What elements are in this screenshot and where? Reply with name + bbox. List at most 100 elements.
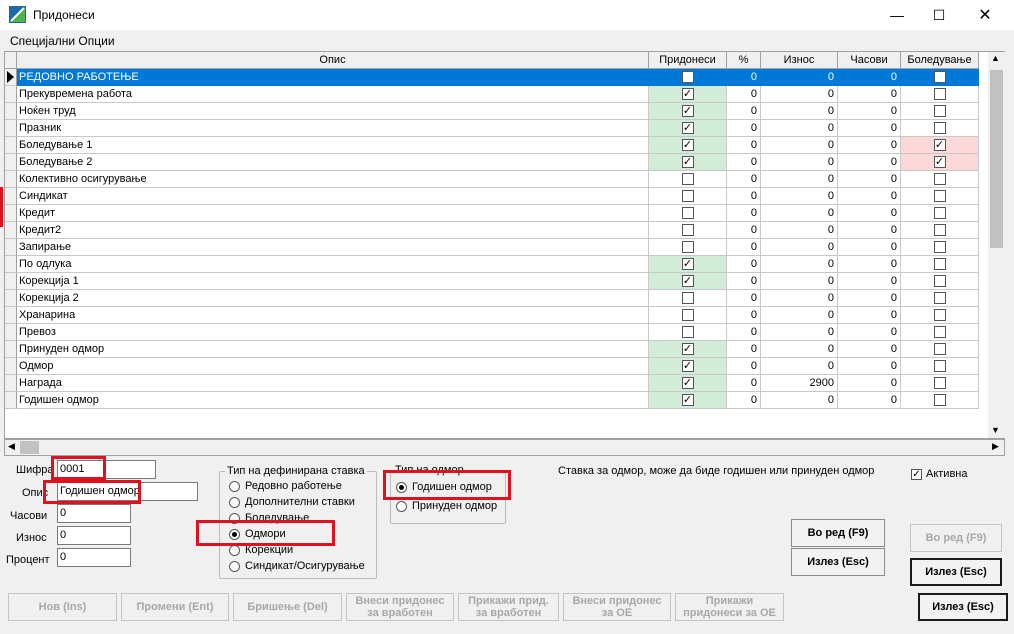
cell-contributions[interactable]: [649, 188, 727, 205]
table-row[interactable]: Запирање 0 0 0: [5, 239, 990, 256]
ok-button[interactable]: Во ред (F9): [791, 519, 885, 547]
cell-contributions[interactable]: ✓: [649, 154, 727, 171]
table-row[interactable]: Годишен одмор ✓ 0 0 0: [5, 392, 990, 409]
enter-oe-contribution-button[interactable]: Внеси придонес за ОЕ: [563, 593, 671, 621]
cell-sick-leave[interactable]: [901, 171, 979, 188]
cell-contributions[interactable]: ✓: [649, 103, 727, 120]
cell-hours[interactable]: 0: [838, 273, 901, 290]
sick-leave-checkbox[interactable]: [933, 71, 946, 83]
close-icon[interactable]: ✕: [962, 0, 1008, 30]
cell-sick-leave[interactable]: [901, 290, 979, 307]
radio-button-icon[interactable]: [229, 528, 240, 540]
row-indicator[interactable]: [5, 239, 17, 256]
cell-contributions[interactable]: [649, 171, 727, 188]
table-row[interactable]: Боледување 2 ✓ 0 0 0 ✓: [5, 154, 990, 171]
cell-hours[interactable]: 0: [838, 324, 901, 341]
cell-amount[interactable]: 0: [761, 392, 838, 409]
cell-hours[interactable]: 0: [838, 103, 901, 120]
cell-percent[interactable]: 0: [727, 205, 761, 222]
cell-description[interactable]: По одлука: [17, 256, 649, 273]
cell-sick-leave[interactable]: ✓: [901, 137, 979, 154]
cell-hours[interactable]: 0: [838, 290, 901, 307]
column-header-percent[interactable]: %: [727, 52, 761, 69]
cell-contributions[interactable]: ✓: [649, 256, 727, 273]
cell-amount[interactable]: 0: [761, 171, 838, 188]
column-header-description[interactable]: Опис: [17, 52, 649, 69]
cell-contributions[interactable]: ✓: [649, 273, 727, 290]
radio-button-icon[interactable]: [229, 496, 240, 508]
scroll-right-icon[interactable]: ▶: [992, 441, 999, 452]
percent-field[interactable]: 0: [57, 548, 131, 567]
rate-type-option[interactable]: Редовно работење: [229, 480, 342, 492]
sick-leave-checkbox[interactable]: [933, 360, 946, 372]
show-employee-contribution-button[interactable]: Прикажи прид. за вработен: [458, 593, 559, 621]
cell-percent[interactable]: 0: [727, 154, 761, 171]
contributions-checkbox[interactable]: ✓: [681, 394, 694, 406]
cell-hours[interactable]: 0: [838, 375, 901, 392]
amount-field[interactable]: 0: [57, 526, 131, 545]
cell-percent[interactable]: 0: [727, 137, 761, 154]
cell-contributions[interactable]: ✓: [649, 69, 727, 86]
new-button[interactable]: Нов (Ins): [8, 593, 117, 621]
cell-sick-leave[interactable]: [901, 375, 979, 392]
table-row[interactable]: Кредит 0 0 0: [5, 205, 990, 222]
cell-amount[interactable]: 0: [761, 307, 838, 324]
table-row[interactable]: Корекција 1 ✓ 0 0 0: [5, 273, 990, 290]
cell-hours[interactable]: 0: [838, 358, 901, 375]
contributions-checkbox[interactable]: ✓: [681, 343, 694, 355]
cell-amount[interactable]: 0: [761, 256, 838, 273]
row-indicator[interactable]: [5, 375, 17, 392]
sick-leave-checkbox[interactable]: [933, 326, 946, 338]
cell-percent[interactable]: 0: [727, 375, 761, 392]
sick-leave-checkbox[interactable]: [933, 309, 946, 321]
cell-hours[interactable]: 0: [838, 188, 901, 205]
radio-button-icon[interactable]: [229, 544, 240, 556]
sick-leave-checkbox[interactable]: [933, 173, 946, 185]
column-header-sick-leave[interactable]: Боледување: [901, 52, 979, 69]
cell-amount[interactable]: 0: [761, 86, 838, 103]
cell-sick-leave[interactable]: [901, 358, 979, 375]
sick-leave-checkbox[interactable]: [933, 394, 946, 406]
table-row[interactable]: Боледување 1 ✓ 0 0 0 ✓: [5, 137, 990, 154]
minimize-icon[interactable]: —: [874, 0, 920, 30]
leave-type-option[interactable]: Годишен одмор: [396, 481, 492, 493]
table-row[interactable]: Награда ✓ 0 2900 0: [5, 375, 990, 392]
cell-percent[interactable]: 0: [727, 103, 761, 120]
cell-description[interactable]: Награда: [17, 375, 649, 392]
cell-sick-leave[interactable]: [901, 307, 979, 324]
cell-contributions[interactable]: [649, 290, 727, 307]
exit-button[interactable]: Излез (Esc): [791, 548, 885, 576]
table-row[interactable]: Корекција 2000: [5, 290, 990, 307]
scroll-down-icon[interactable]: ▼: [991, 425, 1000, 435]
sick-leave-checkbox[interactable]: [933, 190, 946, 202]
exit-button-right[interactable]: Излез (Esc): [910, 558, 1002, 586]
contributions-grid[interactable]: Опис Придонеси % Износ Часови Боледување…: [4, 51, 1005, 439]
column-header-amount[interactable]: Износ: [761, 52, 838, 69]
contributions-checkbox[interactable]: ✓: [681, 360, 694, 372]
table-row[interactable]: Хранарина 0 0 0: [5, 307, 990, 324]
cell-amount[interactable]: 0: [761, 358, 838, 375]
cell-hours[interactable]: 0: [838, 137, 901, 154]
description-field[interactable]: Годишен одмор: [57, 482, 198, 501]
contributions-checkbox[interactable]: [681, 190, 694, 202]
row-indicator[interactable]: [5, 137, 17, 154]
cell-amount[interactable]: 0: [761, 324, 838, 341]
cell-hours[interactable]: 0: [838, 307, 901, 324]
cell-description[interactable]: Боледување 2: [17, 154, 649, 171]
sick-leave-checkbox[interactable]: [933, 88, 946, 100]
cell-hours[interactable]: 0: [838, 120, 901, 137]
cell-sick-leave[interactable]: [901, 239, 979, 256]
cell-description[interactable]: Корекција 1: [17, 273, 649, 290]
cell-contributions[interactable]: [649, 307, 727, 324]
cell-percent[interactable]: 0: [727, 222, 761, 239]
contributions-checkbox[interactable]: [681, 224, 694, 236]
cell-sick-leave[interactable]: [901, 120, 979, 137]
sick-leave-checkbox[interactable]: [933, 207, 946, 219]
cell-sick-leave[interactable]: [901, 103, 979, 120]
table-row[interactable]: Принуден одмор ✓ 0 0 0: [5, 341, 990, 358]
contributions-checkbox[interactable]: [681, 309, 694, 321]
sick-leave-checkbox[interactable]: [933, 343, 946, 355]
cell-description[interactable]: Кредит2: [17, 222, 649, 239]
cell-amount[interactable]: 0: [761, 273, 838, 290]
delete-button[interactable]: Бришење (Del): [233, 593, 342, 621]
